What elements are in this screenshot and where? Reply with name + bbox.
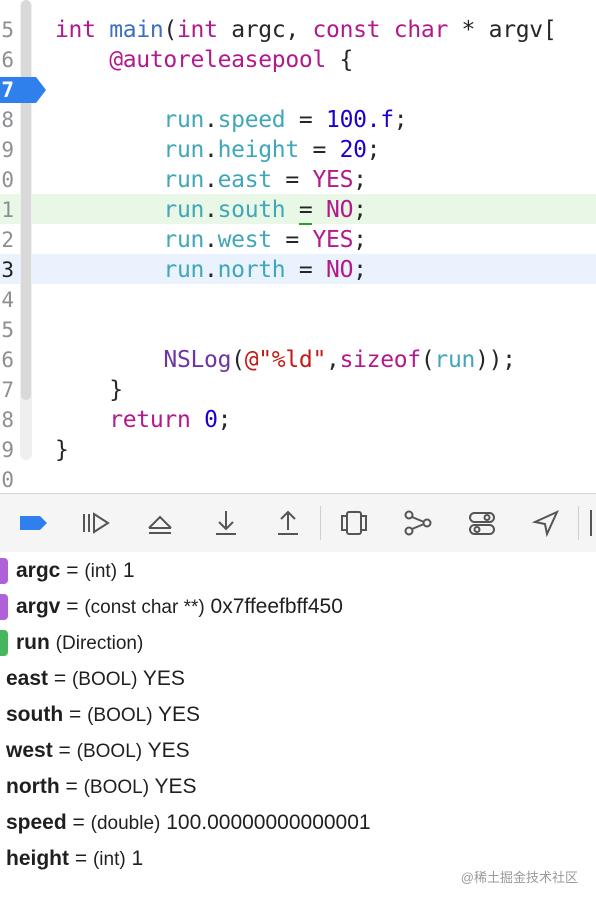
line-number: 5 — [1, 318, 14, 342]
code-text: run.south = NO; — [163, 197, 367, 225]
step-into-icon[interactable] — [210, 508, 242, 538]
code-text: run.height = 20; — [163, 137, 381, 163]
code-line: 7 — [0, 75, 596, 105]
line-number: 9 — [1, 138, 14, 162]
code-line: 4 — [0, 285, 596, 315]
continue-icon[interactable] — [80, 508, 112, 538]
line-number: 6 — [1, 348, 14, 372]
toolbar-divider — [320, 506, 321, 540]
variable-row[interactable]: speed = (double) 100.00000000000001 — [6, 805, 371, 841]
line-number: 6 — [1, 48, 14, 72]
line-number: 0 — [1, 468, 14, 492]
code-line: 0 run.east = YES; — [0, 165, 596, 195]
simulate-location-icon[interactable] — [530, 508, 562, 538]
code-text: int main(int argc, const char * argv[ — [55, 17, 557, 43]
variable-row[interactable]: height = (int) 1 — [6, 841, 143, 877]
line-number: 9 — [1, 438, 14, 462]
line-number: 7 — [1, 378, 14, 402]
code-line: 0 — [0, 465, 596, 493]
code-line: 9 run.height = 20; — [0, 135, 596, 165]
code-editor[interactable]: 5 int main(int argc, const char * argv[ … — [0, 0, 596, 493]
step-out-icon[interactable] — [272, 508, 304, 538]
code-text: return 0; — [109, 407, 232, 433]
line-number: 1 — [1, 198, 14, 222]
step-over-icon[interactable] — [144, 508, 176, 538]
line-number: 4 — [1, 288, 14, 312]
code-text: run.north = NO; — [163, 257, 367, 283]
debug-toolbar — [0, 493, 596, 553]
line-number: 3 — [1, 258, 14, 282]
variable-row[interactable]: west = (BOOL) YES — [6, 733, 190, 769]
code-line: 6 @autoreleasepool { — [0, 45, 596, 75]
code-text: NSLog(@"%ld",sizeof(run)); — [163, 347, 516, 373]
code-text: } — [55, 377, 123, 403]
line-number: 8 — [1, 408, 14, 432]
toolbar-divider — [578, 506, 579, 540]
code-line: 5 int main(int argc, const char * argv[ — [0, 15, 596, 45]
line-number: 8 — [1, 108, 14, 132]
argument-badge-icon — [0, 594, 8, 620]
variable-row[interactable]: south = (BOOL) YES — [6, 697, 200, 733]
more-toolbar-icon[interactable] — [590, 510, 596, 536]
code-line: 1 run.south = NO; — [0, 195, 596, 225]
line-number: 0 — [1, 168, 14, 192]
code-line: 8 run.speed = 100.f; — [0, 105, 596, 135]
variable-row[interactable]: north = (BOOL) YES — [6, 769, 197, 805]
code-text: @autoreleasepool { — [109, 47, 354, 73]
code-text: run.speed = 100.f; — [163, 107, 408, 133]
watermark: @稀土掘金技术社区 — [460, 870, 578, 885]
code-line: 3 run.north = NO; — [0, 255, 596, 285]
code-line: 9 } — [0, 435, 596, 465]
code-line: 8 return 0; — [0, 405, 596, 435]
argument-badge-icon — [0, 558, 8, 584]
code-line: 2 run.west = YES; — [0, 225, 596, 255]
line-number: 2 — [1, 228, 14, 252]
memory-graph-icon[interactable] — [402, 508, 434, 538]
environment-overrides-icon[interactable] — [466, 508, 498, 538]
view-hierarchy-icon[interactable] — [338, 508, 370, 538]
variables-view: argc = (int) 1 argv = (const char **) 0x… — [0, 552, 596, 902]
code-text: run.west = YES; — [163, 227, 367, 253]
local-badge-icon — [0, 630, 8, 656]
code-line: 5 — [0, 315, 596, 345]
variable-row[interactable]: east = (BOOL) YES — [6, 661, 185, 697]
code-text: } — [55, 437, 69, 463]
code-line: 6 NSLog(@"%ld",sizeof(run)); — [0, 345, 596, 375]
line-number: 7 — [1, 78, 14, 102]
code-line: 7 } — [0, 375, 596, 405]
line-number: 5 — [1, 18, 14, 42]
code-text: run.east = YES; — [163, 167, 367, 193]
breakpoint-toggle-icon[interactable] — [18, 508, 50, 538]
